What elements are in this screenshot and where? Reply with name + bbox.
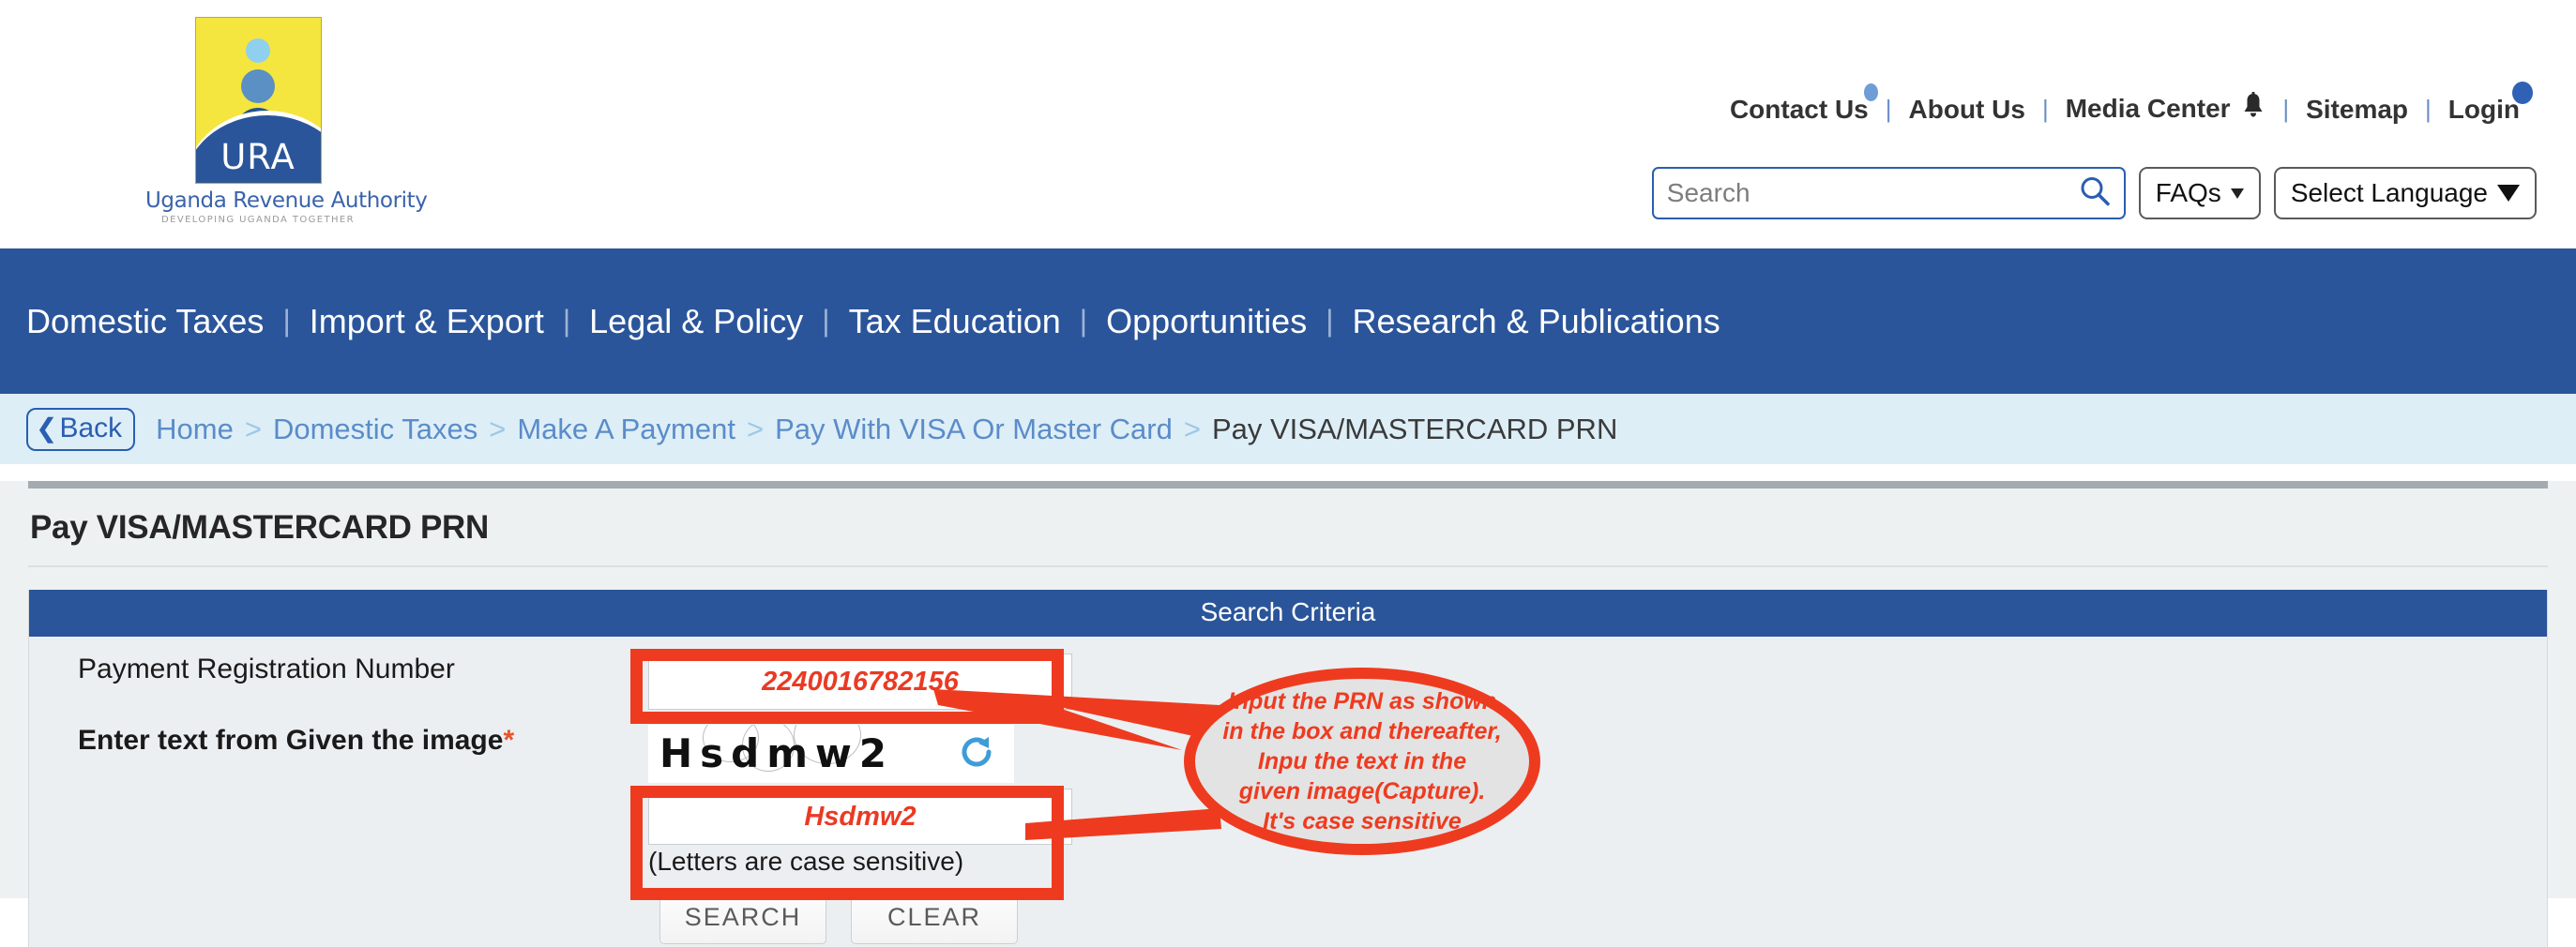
brand-tagline: DEVELOPING UGANDA TOGETHER: [161, 215, 355, 225]
bell-icon: [2241, 92, 2265, 127]
nav-item-domestic-taxes[interactable]: Domestic Taxes: [26, 302, 282, 341]
nav-item-opportunities[interactable]: Opportunities: [1087, 302, 1326, 341]
nav-link-login[interactable]: Login: [2432, 81, 2537, 125]
header-controls: FAQs Select Language: [1651, 167, 2537, 219]
breadcrumb-separator: >: [746, 412, 765, 445]
captcha-hint: (Letters are case sensitive): [648, 847, 964, 876]
faqs-label: FAQs: [2155, 178, 2221, 207]
nav-link-sitemap[interactable]: Sitemap: [2289, 95, 2425, 125]
top-divider: [28, 481, 2548, 489]
captcha-image: Hsdmw2: [648, 725, 939, 783]
captcha-label-text: Enter text from Given the image: [78, 725, 504, 756]
breadcrumb-separator: >: [489, 412, 507, 445]
breadcrumb-item-home[interactable]: Home: [156, 413, 234, 446]
nav-separator: |: [2425, 95, 2432, 123]
nav-item-tax-education[interactable]: Tax Education: [830, 302, 1080, 341]
logo-dot-light-icon: [246, 38, 270, 63]
nav-item-research-publications[interactable]: Research & Publications: [1334, 302, 1739, 341]
prn-field-wrap: [648, 654, 2547, 710]
chevron-down-icon: [2230, 188, 2244, 199]
nav-link-sitemap-label: Sitemap: [2306, 94, 2409, 124]
nav-item-legal-policy[interactable]: Legal & Policy: [570, 302, 822, 341]
form-actions: SEARCH CLEAR: [29, 877, 2547, 947]
captcha-field-wrap: Hsdmw2 (Letters are case sensitive): [648, 725, 2547, 877]
site-header: URA Uganda Revenue Authority DEVELOPING …: [0, 0, 2576, 248]
brand-name: Uganda Revenue Authority: [145, 188, 428, 213]
nav-separator: |: [1326, 304, 1334, 338]
breadcrumb-item-domestic-taxes[interactable]: Domestic Taxes: [273, 413, 477, 446]
nav-link-media-center-label: Media Center: [2065, 94, 2231, 123]
breadcrumb-separator: >: [1183, 412, 1201, 445]
breadcrumb-item-current: Pay VISA/MASTERCARD PRN: [1211, 412, 1618, 445]
faqs-dropdown[interactable]: FAQs: [2138, 167, 2261, 219]
refresh-icon: [958, 733, 995, 775]
prn-label: Payment Registration Number: [78, 654, 455, 684]
logo-dot-medium-icon: [241, 69, 275, 103]
contact-us-badge-icon: [1863, 83, 1878, 101]
utility-nav: Contact Us | About Us | Media Center | S…: [1713, 81, 2537, 127]
search-icon[interactable]: [2079, 175, 2111, 212]
breadcrumb-separator: >: [244, 412, 262, 445]
nav-link-media-center[interactable]: Media Center: [2049, 92, 2283, 127]
nav-separator: |: [2282, 95, 2290, 123]
nav-separator: |: [1079, 304, 1088, 338]
clear-button[interactable]: CLEAR: [851, 890, 1018, 944]
prn-input[interactable]: [648, 654, 1072, 710]
search-criteria-panel: Search Criteria Payment Registration Num…: [28, 590, 2548, 947]
nav-link-contact-us[interactable]: Contact Us: [1713, 83, 1886, 125]
nav-separator: |: [822, 304, 830, 338]
back-button-label: Back: [59, 412, 123, 443]
nav-separator: |: [562, 304, 571, 338]
search-box[interactable]: [1651, 167, 2126, 219]
nav-separator: |: [2041, 95, 2049, 123]
nav-link-login-label: Login: [2447, 94, 2520, 124]
language-dropdown[interactable]: Select Language: [2273, 167, 2537, 219]
captcha-refresh-button[interactable]: [939, 725, 1014, 783]
breadcrumb-item-make-a-payment[interactable]: Make A Payment: [517, 413, 735, 446]
nav-item-import-export[interactable]: Import & Export: [291, 302, 563, 341]
captcha-challenge-text: Hsdmw2: [659, 730, 895, 776]
nav-link-about-us[interactable]: About Us: [1892, 95, 2042, 125]
nav-separator: |: [282, 304, 291, 338]
logo-initials: URA: [220, 137, 295, 177]
form-row-prn: Payment Registration Number: [29, 637, 2547, 710]
nav-link-about-us-label: About Us: [1908, 94, 2025, 124]
captcha-image-row: Hsdmw2: [648, 725, 2547, 783]
search-input[interactable]: [1653, 178, 2124, 208]
title-divider: [28, 565, 2548, 567]
chevron-left-icon: ❮: [36, 413, 58, 443]
nav-separator: |: [1885, 95, 1892, 123]
panel-header: Search Criteria: [29, 590, 2547, 637]
nav-link-contact-us-label: Contact Us: [1729, 94, 1869, 124]
main-navigation: Domestic Taxes | Import & Export | Legal…: [0, 248, 2576, 394]
chevron-down-icon: [2497, 185, 2520, 202]
login-badge-icon: [2512, 81, 2533, 104]
logo-mark-icon: URA: [194, 17, 322, 184]
site-logo[interactable]: URA Uganda Revenue Authority DEVELOPING …: [145, 17, 428, 225]
form-row-captcha: Enter text from Given the image* Hsdmw2: [29, 710, 2547, 877]
search-button[interactable]: SEARCH: [659, 890, 826, 944]
breadcrumb: ❮ Back Home > Domestic Taxes > Make A Pa…: [0, 394, 2576, 464]
language-label: Select Language: [2290, 178, 2488, 207]
required-asterisk: *: [503, 725, 515, 756]
captcha-label: Enter text from Given the image*: [29, 725, 648, 757]
captcha-input[interactable]: [648, 789, 1072, 845]
main-content: Pay VISA/MASTERCARD PRN Search Criteria …: [0, 481, 2576, 947]
breadcrumb-item-pay-with-visa[interactable]: Pay With VISA Or Master Card: [775, 413, 1173, 446]
back-button[interactable]: ❮ Back: [26, 407, 136, 451]
page-title: Pay VISA/MASTERCARD PRN: [30, 509, 490, 546]
